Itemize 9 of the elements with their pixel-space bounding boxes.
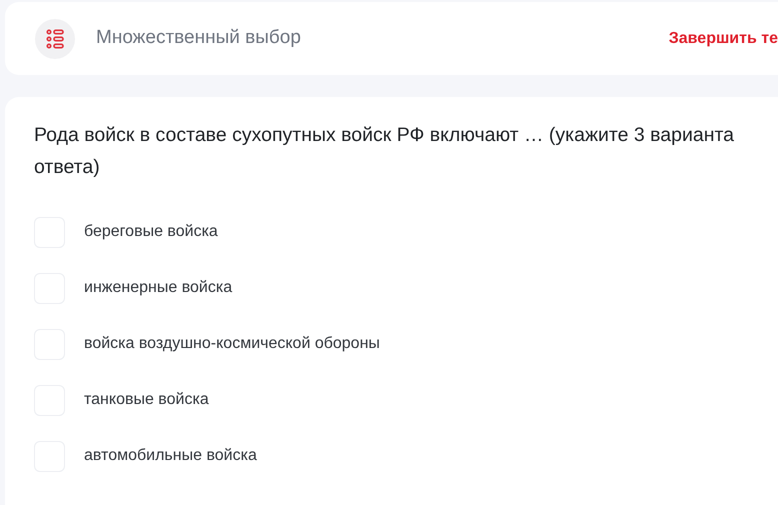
list-icon <box>35 18 75 58</box>
question-type-title: Множественный выбор <box>96 26 301 50</box>
question-text: Рода войск в составе сухопутных войск РФ включают … (укажите 3 варианта ответа) <box>34 123 736 180</box>
option-label: инженерные войска <box>84 278 232 298</box>
option-label: танковые войска <box>84 390 209 410</box>
option-label: войска воздушно-космической обороны <box>84 334 380 354</box>
option-label: береговые войска <box>84 222 218 242</box>
option-label: автомобильные войска <box>84 446 257 466</box>
finish-test-button[interactable]: Завершить те <box>668 26 778 50</box>
